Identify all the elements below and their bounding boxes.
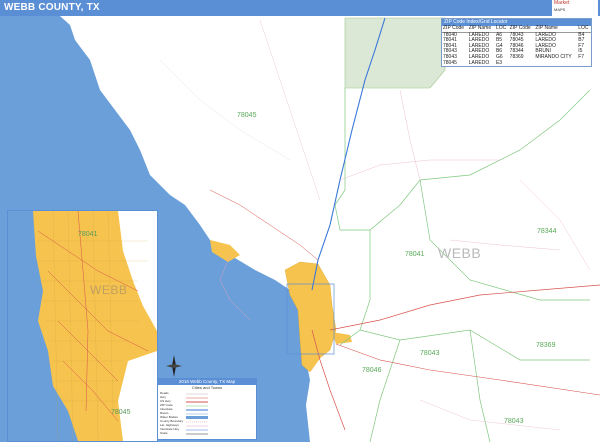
road-local-7 [519,179,591,271]
zip-label: 78041 [78,231,98,238]
logo-line1: Market [554,0,570,6]
market-maps-logo: Market MAPS [552,0,598,16]
cell: LAREDO [468,59,490,66]
zip-label: 78045 [237,112,257,119]
map-legend: 2016 Webb County, TX Map Cities and Town… [157,378,257,440]
map-title: WEBB COUNTY, TX [4,2,100,13]
laredo-inset-map[interactable]: WEBB 78041 78045 [7,210,158,442]
cell [534,61,577,67]
compass-rose-icon [166,355,182,377]
road-local-5 [259,19,321,201]
zip-label: 78369 [536,342,556,349]
mexico-region [344,17,446,89]
road-local-6 [159,59,291,161]
table-row: 78045 LAREDO E3 [442,59,591,67]
legend-swatches [186,393,208,435]
zip-label: 78041 [405,251,425,258]
road-local-2 [339,159,500,181]
logo-line2: MAPS [554,7,566,12]
zip-grid-locator: ZIP Code Index/Grid Locator ZIP Code ZIP… [441,18,592,68]
zip-boundaries [334,88,591,442]
inset-svg [8,211,157,441]
legend-subtitle: Cities and Towns [191,385,223,390]
inset-county-label: WEBB [90,283,128,297]
legend-row: Scale [160,431,168,435]
cell [577,61,591,67]
cell: 78045 [443,59,457,66]
cell [509,61,535,67]
hwy-59 [329,284,600,331]
road-local-8 [419,399,561,431]
zip-label: 78043 [420,350,440,357]
zip-label: 78045 [111,409,131,416]
cell: E3 [495,59,503,66]
zip-label: 78046 [362,367,382,374]
cell: MIRANDO CITY [535,53,572,60]
road-local-3 [399,89,421,181]
county-label: WEBB [438,245,482,261]
zip-label: 78043 [504,418,524,425]
locator-table: ZIP Code ZIP Name LOC ZIP Code ZIP Name … [442,25,591,67]
zip-label: 78344 [537,228,557,235]
header-bar: WEBB COUNTY, TX Market MAPS [0,0,600,16]
